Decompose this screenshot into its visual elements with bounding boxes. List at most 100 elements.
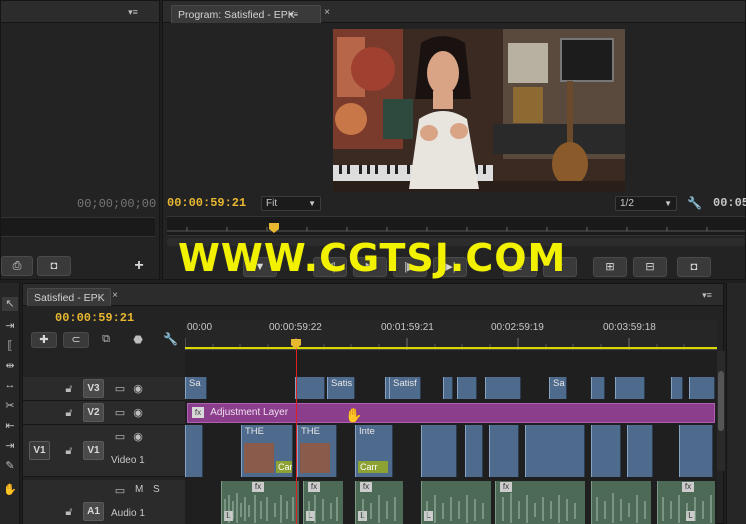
selection-tool-icon[interactable]: ↖ [2,297,18,311]
lock-icon[interactable]: 🔓︎ [63,506,75,519]
source-export-frame-button[interactable]: ⎙ [1,256,33,276]
timeline-tabbar: Satisfied - EPK × ▾≡ [23,284,723,306]
timeline-ruler[interactable]: 00:00 00:00:59:22 00:01:59:21 00:02:59:1… [185,320,717,350]
clip-v3-g[interactable] [591,377,605,399]
program-tabbar: Program: Satisfied - EPK ▾≡ × [163,1,745,23]
ruler-ticks [167,227,745,232]
slide-tool-icon[interactable]: ⇥ [2,439,18,452]
panel-menu-icon[interactable]: ▾≡ [699,290,715,301]
track-target-v1[interactable]: V1 [83,441,104,460]
scroll-thumb[interactable] [718,371,724,431]
source-patch-v1[interactable]: V1 [29,441,50,460]
camera-icon: ◘ [50,260,58,272]
ripple-edit-tool-icon[interactable]: ⟦ [2,339,18,352]
clip-v1-the2[interactable]: THE [297,425,337,477]
clip-v1-c[interactable] [465,425,483,477]
insert-icon: ⊞ [605,261,615,273]
close-icon[interactable]: × [321,7,333,18]
tools-panel: ↖ ⇥ ⟦ ⇹ ↔ ✂ ⇤ ⇥ ✎ ✋ [0,283,20,524]
track-header-a1: 🔓︎ A1 ▭ M S Audio 1 [23,480,185,524]
overwrite-button[interactable]: ⊟ [633,257,667,277]
track-target-a1[interactable]: A1 [83,502,104,521]
solo-button[interactable]: S [153,484,160,495]
source-camera-button[interactable]: ◘ [37,256,71,276]
clip-v3-h[interactable] [615,377,645,399]
lock-icon[interactable]: 🔓︎ [63,407,75,420]
playback-resolution-select[interactable]: 1/2 ▼ [615,196,677,211]
film-icon[interactable]: ▭ [113,484,127,497]
track-header-v3: 🔓︎ V3 ▭ ◉ [23,377,185,401]
linked-selection-icon[interactable]: ⧉ [99,333,113,346]
clip-v1-f[interactable] [591,425,621,477]
plus-icon[interactable]: + [131,257,147,275]
clip-v1-the1[interactable]: THE Car [241,425,293,477]
track-header-v2: 🔓︎ V2 ▭ ◉ [23,401,185,425]
track-target-v3[interactable]: V3 [83,379,104,398]
clip-v3-e[interactable] [457,377,477,399]
eye-icon[interactable]: ◉ [131,406,145,419]
clip-v3-4[interactable]: Sa [549,377,567,399]
track-area[interactable]: Sa Satis Satisf Sa fx Adjustment Layer T… [185,343,717,524]
clip-v3-b[interactable] [295,377,325,399]
source-timecode[interactable]: 00;00;00;00 [77,197,156,211]
clip-v3-f[interactable] [485,377,521,399]
insert-button[interactable]: ⊞ [593,257,627,277]
film-icon[interactable]: ▭ [113,382,127,395]
rolling-edit-tool-icon[interactable]: ⇹ [2,359,18,372]
panel-menu-icon[interactable]: ▾≡ [125,7,141,18]
snap-icon: ⊂ [71,334,81,346]
clip-label-car: Car [276,461,293,473]
eye-icon[interactable]: ◉ [131,382,145,395]
right-panel-edge [726,283,746,524]
insert-nest-button[interactable]: ✚ [31,332,57,348]
source-scrub-bar[interactable] [1,217,155,237]
clip-v1-a[interactable] [185,425,203,477]
clip-v1-g[interactable]: Lt [627,425,653,477]
track-target-v2[interactable]: V2 [83,403,104,422]
lock-icon[interactable]: 🔓︎ [63,445,75,458]
clip-v3-i[interactable] [671,377,683,399]
pen-tool-icon[interactable]: ✎ [2,459,18,472]
wrench-icon[interactable]: 🔧 [687,196,702,210]
clip-v1-b[interactable] [421,425,457,477]
snap-button[interactable]: ⊂ [63,332,89,348]
marker-icon[interactable]: ⬣ [131,333,145,346]
hand-tool-icon[interactable]: ✋ [2,483,18,496]
clip-v1-h[interactable] [679,425,713,477]
ruler-label-3: 00:02:59:19 [491,322,544,333]
clip-v1-e[interactable] [525,425,585,477]
chevron-down-icon: ▼ [308,199,316,208]
close-icon[interactable]: × [109,290,121,301]
clip-v3-2[interactable]: Satis [327,377,355,399]
razor-tool-icon[interactable]: ✂ [2,399,18,412]
watermark-text: WWW.CGTSJ.COM [178,236,567,280]
tab-program[interactable]: Program: Satisfied - EPK ▾≡ [171,5,321,23]
film-icon[interactable]: ▭ [113,406,127,419]
timeline-playhead-line[interactable] [296,343,297,524]
clip-v3-1[interactable]: Sa [185,377,207,399]
export-frame-button[interactable]: ◘ [677,257,711,277]
clip-v3-3[interactable]: Satisf [389,377,421,399]
timeline-vertical-scrollbar[interactable] [717,351,725,471]
ruler-label-4: 00:03:59:18 [603,322,656,333]
tab-menu-icon[interactable]: ▾≡ [289,6,298,24]
clip-v3-d[interactable] [443,377,453,399]
lock-icon[interactable]: 🔓︎ [63,383,75,396]
track-select-tool-icon[interactable]: ⇥ [2,319,18,332]
program-timecode[interactable]: 00:00:59:21 [167,196,246,210]
tab-timeline-sequence[interactable]: Satisfied - EPK [27,288,111,306]
mute-button[interactable]: M [135,484,143,495]
slip-tool-icon[interactable]: ⇤ [2,419,18,432]
timeline-timecode[interactable]: 00:00:59:21 [55,311,134,325]
zoom-level-select[interactable]: Fit ▼ [261,196,321,211]
clip-v1-inte[interactable]: Inte Carr [355,425,393,477]
eye-icon[interactable]: ◉ [131,430,145,443]
rate-stretch-tool-icon[interactable]: ↔ [2,379,18,391]
clip-v3-j[interactable] [689,377,715,399]
clip-v1-d[interactable] [489,425,519,477]
program-time-ruler[interactable] [167,216,745,236]
clip-adjustment-layer[interactable]: fx Adjustment Layer [187,403,715,423]
wrench-icon[interactable]: 🔧 [163,332,178,346]
ruler-label-2: 00:01:59:21 [381,322,434,333]
film-icon[interactable]: ▭ [113,430,127,443]
